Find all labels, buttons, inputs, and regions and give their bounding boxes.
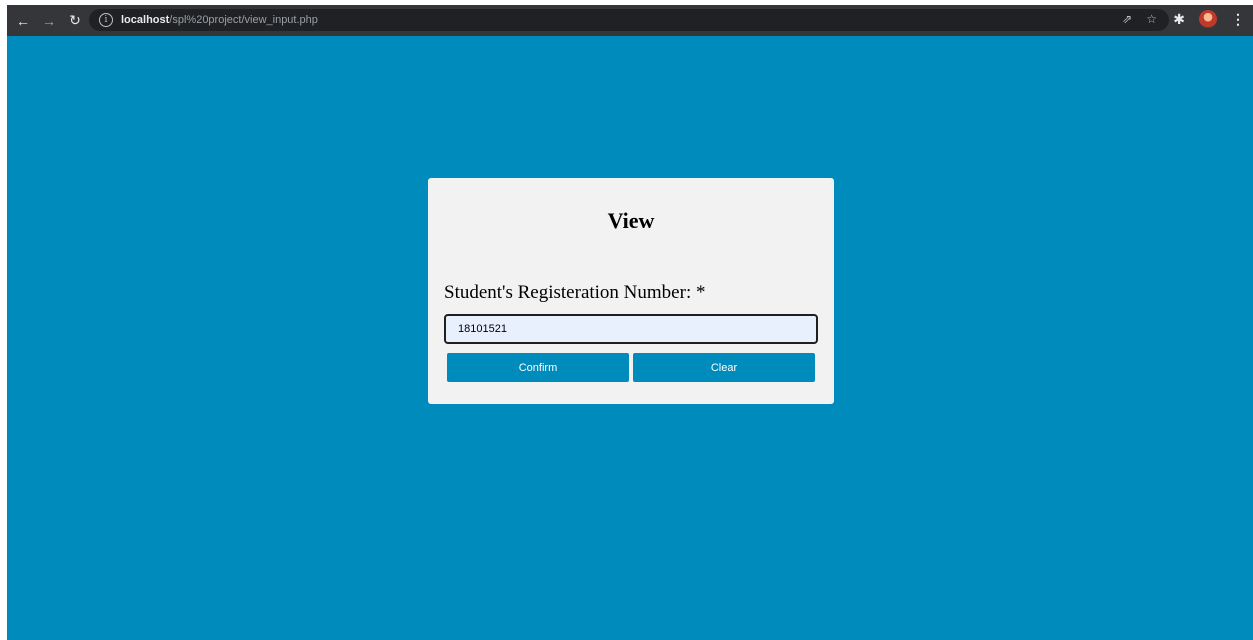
url-host: localhost [121,14,170,26]
back-arrow-icon[interactable]: ← [13,11,33,31]
reload-icon[interactable]: ↻ [65,11,85,31]
kebab-menu-icon[interactable]: ⋮ [1231,11,1245,28]
registration-number-label: Student's Registeration Number: * [444,282,706,303]
url-path: /spl%20project/view_input.php [169,14,318,26]
browser-toolbar: ← → ↻ i localhost/spl%20project/view_inp… [7,5,1253,36]
view-form-card: View Student's Registeration Number: * C… [428,178,834,404]
info-icon[interactable]: i [99,13,113,27]
forward-arrow-icon[interactable]: → [39,11,59,31]
registration-number-input[interactable] [444,314,818,344]
share-icon[interactable]: ⇗ [1122,12,1132,26]
confirm-button[interactable]: Confirm [447,353,629,382]
star-icon[interactable]: ☆ [1146,12,1157,26]
form-title: View [607,208,655,233]
browser-window: ← → ↻ i localhost/spl%20project/view_inp… [7,5,1253,640]
address-bar[interactable]: i localhost/spl%20project/view_input.php… [89,9,1169,31]
avatar[interactable] [1199,10,1217,28]
puzzle-icon[interactable]: ✱ [1173,11,1185,28]
url-text[interactable]: localhost/spl%20project/view_input.php [121,14,318,26]
clear-button[interactable]: Clear [633,353,815,382]
